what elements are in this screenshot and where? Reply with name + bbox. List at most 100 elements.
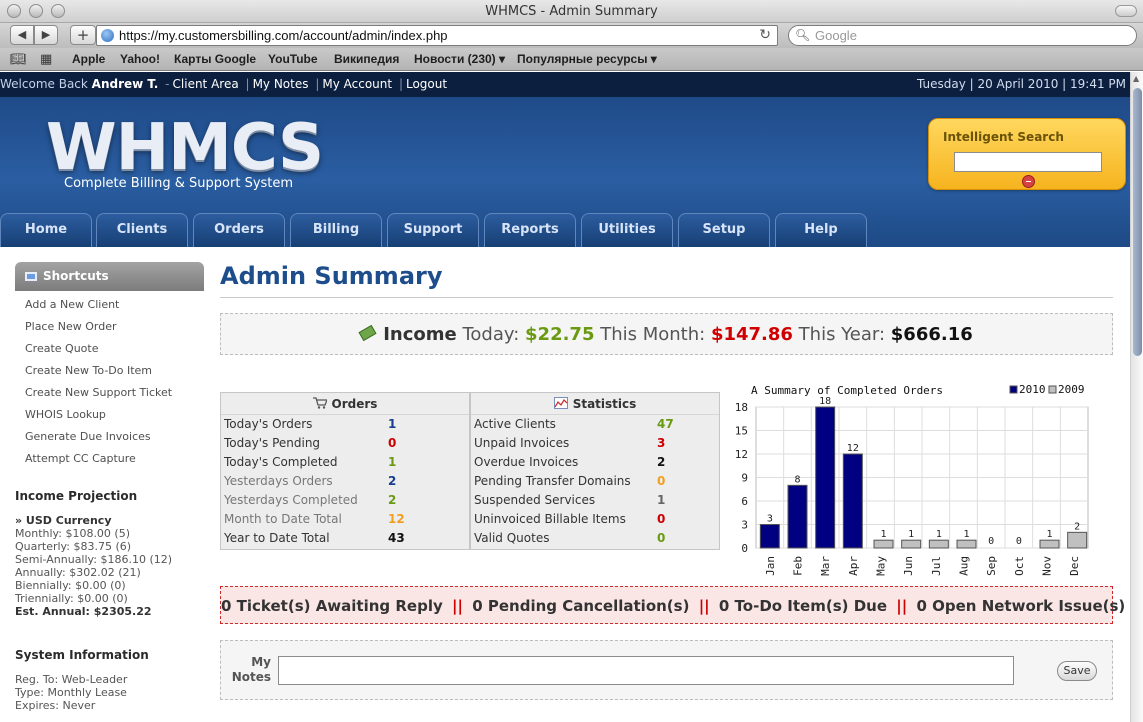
tickets-awaiting[interactable]: 0 Ticket(s) Awaiting Reply <box>221 597 443 615</box>
nav-support[interactable]: Support <box>387 213 479 247</box>
y-tick-label: 0 <box>741 542 748 555</box>
bar-2010 <box>787 484 808 549</box>
logout-link[interactable]: Logout <box>406 77 447 91</box>
statistics-row-value: 2 <box>657 455 666 469</box>
nav-help[interactable]: Help <box>775 213 867 247</box>
income-year-label: This Year: <box>798 324 886 345</box>
client-area-link[interactable]: Client Area <box>173 77 239 91</box>
bookmark-google-maps[interactable]: Карты Google <box>174 52 256 66</box>
statistics-row[interactable]: Unpaid Invoices 3 <box>471 434 719 453</box>
data-label: 0 <box>1016 536 1022 547</box>
orders-row[interactable]: Year to Date Total 43 <box>221 529 469 548</box>
my-account-link[interactable]: My Account <box>322 77 392 91</box>
orders-row-label: Today's Orders <box>224 417 313 431</box>
bookmark-popular[interactable]: Популярные ресурсы ▾ <box>517 52 657 66</box>
statistics-row-label: Unpaid Invoices <box>474 436 570 450</box>
my-notes-label: My Notes <box>231 655 271 684</box>
x-tick-label: Jan <box>764 556 777 576</box>
orders-row[interactable]: Yesterdays Orders 2 <box>221 472 469 491</box>
nav-utilities[interactable]: Utilities <box>581 213 673 247</box>
projection-triennially: Triennially: $0.00 (0) <box>15 592 128 605</box>
orders-row[interactable]: Today's Pending 0 <box>221 434 469 453</box>
nav-billing[interactable]: Billing <box>290 213 382 247</box>
todo-items-due[interactable]: 0 To-Do Item(s) Due <box>719 597 887 615</box>
nav-reports[interactable]: Reports <box>484 213 576 247</box>
plus-icon: + <box>76 26 90 44</box>
statistics-row[interactable]: Valid Quotes 0 <box>471 529 719 548</box>
x-tick-label: Mar <box>819 556 832 576</box>
statistics-row-label: Overdue Invoices <box>474 455 579 469</box>
statistics-header: Statistics <box>471 393 719 415</box>
orders-row[interactable]: Today's Completed 1 <box>221 453 469 472</box>
alert-separator: || <box>896 597 908 615</box>
nav-clients[interactable]: Clients <box>96 213 188 247</box>
x-tick-label: May <box>875 556 888 576</box>
open-book-icon[interactable]: 📖︎ <box>10 52 27 67</box>
shortcut-create-quote[interactable]: Create Quote <box>25 338 204 360</box>
clear-search-icon[interactable] <box>1022 175 1035 188</box>
back-button[interactable]: ◀ <box>10 25 34 45</box>
reload-icon[interactable]: ↻ <box>759 27 771 43</box>
address-bar[interactable]: https://my.customersbilling.com/account/… <box>96 25 778 46</box>
whmcs-logo[interactable]: WHMCS <box>46 111 324 185</box>
statistics-row-label: Uninvoiced Billable Items <box>474 512 626 526</box>
bookmark-yahoo[interactable]: Yahoo! <box>120 52 160 66</box>
statistics-row[interactable]: Active Clients 47 <box>471 415 719 434</box>
bookmark-wikipedia[interactable]: Википедия <box>334 52 399 66</box>
x-tick-label: Apr <box>847 556 860 576</box>
bar-2009 <box>1067 531 1088 549</box>
shortcut-place-order[interactable]: Place New Order <box>25 316 204 338</box>
statistics-row[interactable]: Pending Transfer Domains 0 <box>471 472 719 491</box>
page-scrollbar[interactable]: ▲ <box>1130 72 1143 722</box>
nav-orders[interactable]: Orders <box>193 213 285 247</box>
y-tick-label: 15 <box>735 425 748 438</box>
bookmark-news[interactable]: Новости (230) ▾ <box>414 52 505 66</box>
nav-setup[interactable]: Setup <box>678 213 770 247</box>
statistics-row[interactable]: Overdue Invoices 2 <box>471 453 719 472</box>
google-search-field[interactable]: 🔍︎ Google <box>788 25 1137 46</box>
orders-row[interactable]: Month to Date Total 12 <box>221 510 469 529</box>
save-notes-button[interactable]: Save <box>1057 661 1097 681</box>
scroll-up-icon[interactable]: ▲ <box>1133 74 1139 83</box>
add-bookmark-button[interactable]: + <box>70 25 96 45</box>
sysinfo-reg: Reg. To: Web-Leader <box>15 673 128 686</box>
shortcut-generate-invoices[interactable]: Generate Due Invoices <box>25 426 204 448</box>
orders-row-label: Year to Date Total <box>224 531 330 545</box>
bar-2010 <box>759 524 780 549</box>
shortcut-cc-capture[interactable]: Attempt CC Capture <box>25 448 204 470</box>
shortcut-whois-lookup[interactable]: WHOIS Lookup <box>25 404 204 426</box>
my-notes-link[interactable]: My Notes <box>253 77 309 91</box>
orders-row[interactable]: Yesterdays Completed 2 <box>221 491 469 510</box>
open-network-issues[interactable]: 0 Open Network Issue(s) <box>916 597 1125 615</box>
grid-view-icon[interactable]: ▦ <box>40 52 52 67</box>
shortcut-add-client[interactable]: Add a New Client <box>25 294 204 316</box>
legend-label-2009: 2009 <box>1058 383 1085 396</box>
back-arrow-icon: ◀ <box>17 28 27 41</box>
google-search-placeholder: Google <box>815 28 857 43</box>
income-today-label: Today: <box>462 324 520 345</box>
forward-button[interactable]: ▶ <box>34 25 58 45</box>
statistics-row[interactable]: Uninvoiced Billable Items 0 <box>471 510 719 529</box>
pending-cancellations[interactable]: 0 Pending Cancellation(s) <box>472 597 689 615</box>
orders-row[interactable]: Today's Orders 1 <box>221 415 469 434</box>
x-tick-label: Jun <box>902 556 915 576</box>
bar-2009 <box>928 539 949 549</box>
bookmark-apple[interactable]: Apple <box>72 52 105 66</box>
data-label: 8 <box>794 474 800 485</box>
nav-home[interactable]: Home <box>0 213 92 247</box>
completed-orders-chart: 0 3 6 9 12 15 18 3 Jan 8 Feb 18 Mar 12 Apr 1 May 1 Jun 1 Jul… <box>720 378 1120 578</box>
toolbar-toggle-button[interactable] <box>1115 5 1137 17</box>
intelligent-search-box: Intelligent Search <box>928 118 1126 190</box>
shopping-cart-icon <box>312 397 327 409</box>
notes-textarea[interactable] <box>278 656 1014 685</box>
bookmark-youtube[interactable]: YouTube <box>268 52 318 66</box>
scrollbar-thumb[interactable] <box>1133 88 1142 356</box>
income-year-value: $666.16 <box>890 324 973 345</box>
title-divider <box>220 297 1113 298</box>
data-label: 1 <box>908 529 914 540</box>
welcome-text: Welcome Back <box>0 77 88 91</box>
intelligent-search-input[interactable] <box>954 152 1102 172</box>
shortcut-create-ticket[interactable]: Create New Support Ticket <box>25 382 204 404</box>
statistics-row[interactable]: Suspended Services 1 <box>471 491 719 510</box>
shortcut-create-todo[interactable]: Create New To-Do Item <box>25 360 204 382</box>
